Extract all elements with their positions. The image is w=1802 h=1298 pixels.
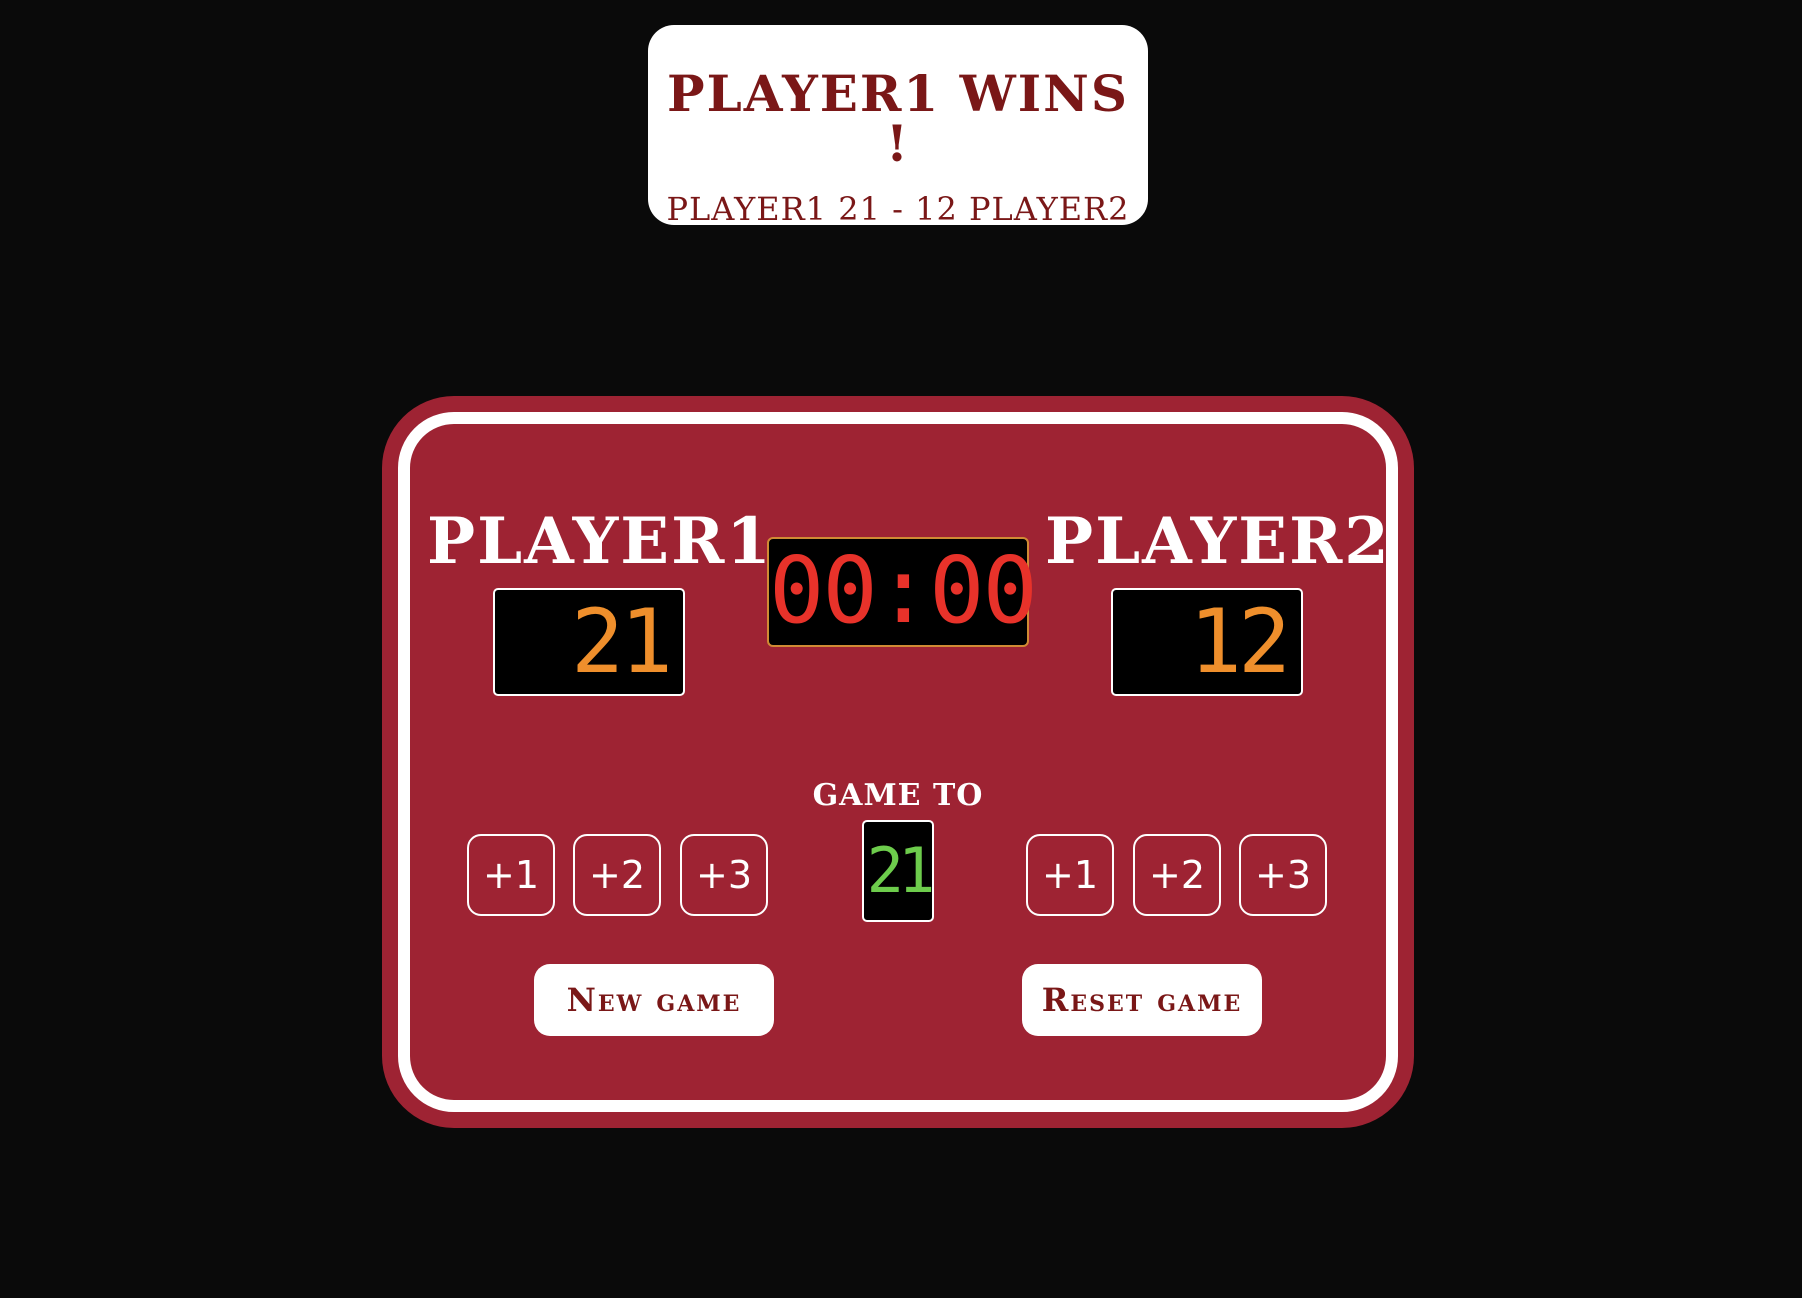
game-timer: 00:00 — [769, 537, 1038, 644]
final-score-line: PLAYER1 21 - 12 PLAYER2 — [666, 190, 1130, 228]
game-to-value: 21 — [866, 834, 936, 907]
player1-score-display: 21 — [493, 588, 685, 696]
new-game-button[interactable]: New game — [534, 964, 774, 1036]
scoreboard: PLAYER1 21 00:00 PLAYER2 12 GAME TO 21 +… — [382, 396, 1414, 1128]
game-timer-display: 00:00 — [767, 537, 1038, 647]
player2-score-display: 12 — [1111, 588, 1303, 696]
player1-plus-3-button[interactable]: +3 — [680, 834, 768, 916]
player2-name: PLAYER2 — [1045, 504, 1391, 579]
winner-banner: PLAYER1 WINS ! PLAYER1 21 - 12 PLAYER2 — [648, 25, 1148, 225]
page: PLAYER1 WINS ! PLAYER1 21 - 12 PLAYER2 P… — [0, 0, 1802, 1298]
player1-plus-1-button[interactable]: +1 — [467, 834, 555, 916]
winner-title: PLAYER1 WINS ! — [667, 64, 1129, 173]
reset-game-button[interactable]: Reset game — [1022, 964, 1262, 1036]
player1-name: PLAYER1 — [427, 504, 773, 579]
game-to-display[interactable]: 21 — [862, 820, 936, 922]
game-to-label: GAME TO — [812, 778, 984, 813]
player2-score: 12 — [1189, 590, 1291, 693]
player1-plus-2-button[interactable]: +2 — [573, 834, 661, 916]
player2-plus-2-button[interactable]: +2 — [1133, 834, 1221, 916]
player2-plus-3-button[interactable]: +3 — [1239, 834, 1327, 916]
player1-score: 21 — [571, 590, 673, 693]
player2-plus-1-button[interactable]: +1 — [1026, 834, 1114, 916]
